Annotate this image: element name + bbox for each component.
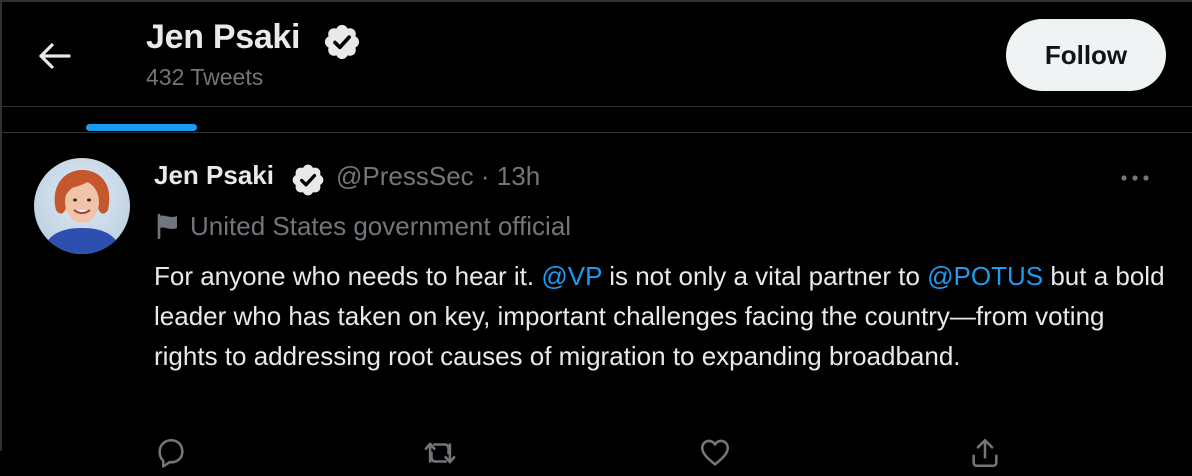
left-border bbox=[0, 0, 2, 451]
follow-button[interactable]: Follow bbox=[1006, 19, 1166, 91]
share-icon bbox=[972, 438, 998, 468]
handle-line: @PressSec · 13h bbox=[336, 161, 540, 192]
tweet-timestamp[interactable]: 13h bbox=[497, 161, 540, 191]
verified-badge-icon bbox=[324, 24, 360, 60]
author-handle[interactable]: @PressSec bbox=[336, 161, 474, 191]
retweet-button[interactable] bbox=[422, 436, 478, 470]
author-name[interactable]: Jen Psaki bbox=[154, 160, 274, 191]
more-options-button[interactable] bbox=[1120, 166, 1150, 190]
profile-name-header: Jen Psaki bbox=[146, 18, 301, 56]
active-tab-indicator bbox=[86, 124, 197, 131]
verified-badge-icon bbox=[292, 164, 324, 196]
reply-icon bbox=[158, 438, 184, 468]
like-button[interactable] bbox=[698, 436, 752, 470]
tweet-text-part: For anyone who needs to hear it. bbox=[154, 261, 542, 291]
government-label-text: United States government official bbox=[190, 210, 572, 241]
flag-icon bbox=[157, 213, 177, 239]
avatar[interactable] bbox=[34, 158, 130, 254]
reply-button[interactable] bbox=[154, 436, 208, 470]
tweet-text: For anyone who needs to hear it. @VP is … bbox=[154, 256, 1174, 376]
share-button[interactable] bbox=[968, 436, 1002, 470]
header-divider bbox=[0, 106, 1192, 107]
mention-vp-link[interactable]: @VP bbox=[541, 261, 602, 291]
top-border bbox=[0, 0, 1192, 2]
back-button[interactable] bbox=[30, 36, 78, 76]
heart-icon bbox=[700, 439, 730, 466]
retweet-icon bbox=[424, 442, 456, 464]
arrow-left-icon bbox=[39, 43, 71, 69]
tweet-text-part: is not only a vital partner to bbox=[601, 261, 928, 291]
more-dots-icon bbox=[1121, 175, 1149, 181]
tabs-divider bbox=[0, 132, 1192, 133]
government-label[interactable]: United States government official bbox=[156, 210, 571, 242]
mention-potus-link[interactable]: @POTUS bbox=[927, 261, 1043, 291]
separator-dot: · bbox=[480, 161, 490, 191]
tweet-actions bbox=[154, 436, 1054, 476]
tweet-count: 432 Tweets bbox=[146, 64, 264, 90]
